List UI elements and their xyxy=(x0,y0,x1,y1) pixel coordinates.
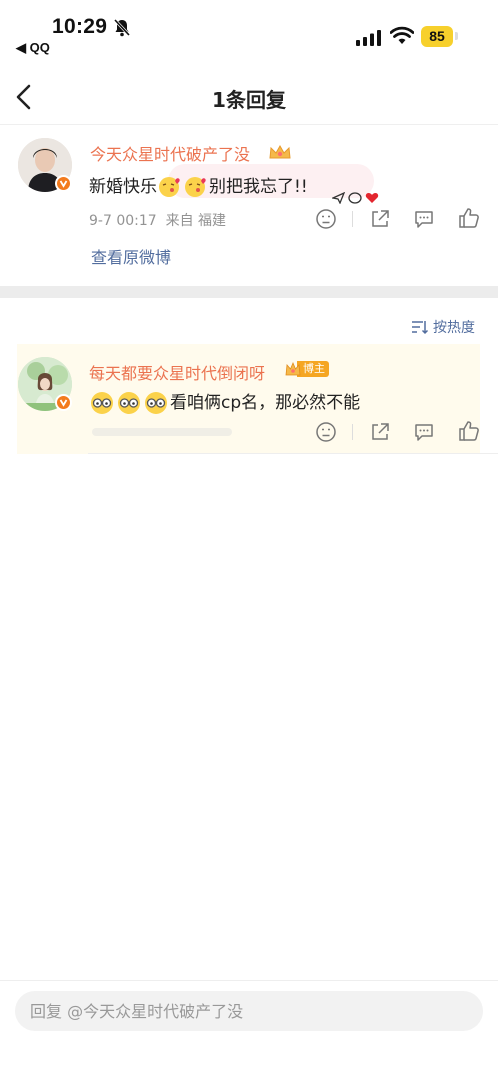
comment-text-prefix: 新婚快乐 xyxy=(89,177,157,197)
glasses-face-emoji-icon xyxy=(118,392,140,414)
verified-badge-icon xyxy=(55,394,72,411)
nav-divider xyxy=(0,124,498,125)
crown-badge-icon xyxy=(269,144,291,159)
glasses-face-emoji-icon xyxy=(91,392,113,414)
comment-icon[interactable] xyxy=(413,208,435,230)
dislike-face-icon[interactable] xyxy=(315,421,337,443)
action-divider xyxy=(352,424,353,440)
sort-toggle[interactable]: 按热度 xyxy=(411,316,475,338)
comment-date: 9-7 00:17 xyxy=(89,213,157,229)
sort-icon xyxy=(412,321,429,335)
dislike-face-icon[interactable] xyxy=(315,208,337,230)
bottom-divider xyxy=(0,980,498,981)
reply-username[interactable]: 每天都要众星时代倒闭呀 xyxy=(89,360,265,384)
like-thumb-icon[interactable] xyxy=(458,207,480,229)
comment-text-suffix: 别把我忘了!! xyxy=(209,177,308,197)
share-icon[interactable] xyxy=(369,421,391,443)
reply-text: 看咱俩cp名，那必然不能 xyxy=(89,388,360,415)
blogger-crown-icon xyxy=(285,361,301,376)
blurred-meta xyxy=(92,428,232,436)
kiss-face-emoji-icon xyxy=(159,177,180,197)
share-icon[interactable] xyxy=(369,208,391,230)
glasses-face-emoji-icon xyxy=(145,392,167,414)
battery-indicator: 85 xyxy=(421,26,453,47)
cellular-signal-icon xyxy=(356,30,381,46)
like-thumb-icon[interactable] xyxy=(458,420,480,442)
kiss-face-emoji-icon xyxy=(185,177,206,197)
view-original-post-link[interactable]: 查看原微博 xyxy=(91,244,171,268)
reaction-strip xyxy=(332,192,379,204)
comment-username[interactable]: 今天众星时代破产了没 xyxy=(90,141,250,165)
verified-badge-icon xyxy=(55,175,72,192)
comment-icon[interactable] xyxy=(413,421,435,443)
wifi-icon xyxy=(390,26,414,44)
status-time: 10:29 xyxy=(52,15,108,38)
heart-icon xyxy=(365,193,379,203)
comment-source: 来自 福建 xyxy=(165,213,227,229)
back-to-app-link[interactable]: ◀ QQ xyxy=(16,40,50,56)
reply-input[interactable] xyxy=(15,991,483,1031)
sort-label: 按热度 xyxy=(433,320,475,336)
reply-text-body: 看咱俩cp名，那必然不能 xyxy=(170,393,361,413)
action-divider xyxy=(352,211,353,227)
comment-meta: 9-7 00:17 来自 福建 xyxy=(89,210,226,230)
page-title: 1条回复 xyxy=(212,88,286,112)
muted-bell-icon xyxy=(113,18,131,37)
blogger-badge-label: 博主 xyxy=(297,361,329,377)
section-divider xyxy=(0,286,498,298)
comment-text: 新婚快乐 别把我忘了!! xyxy=(89,172,308,199)
battery-tip xyxy=(455,32,458,40)
reply-divider xyxy=(88,453,498,454)
send-icon xyxy=(332,192,345,204)
nav-bar: 1条回复 xyxy=(0,72,498,124)
status-bar: 10:29 ◀ QQ 85 xyxy=(0,0,498,62)
chat-bubble-icon xyxy=(348,192,362,204)
blogger-badge: 博主 xyxy=(285,360,329,378)
